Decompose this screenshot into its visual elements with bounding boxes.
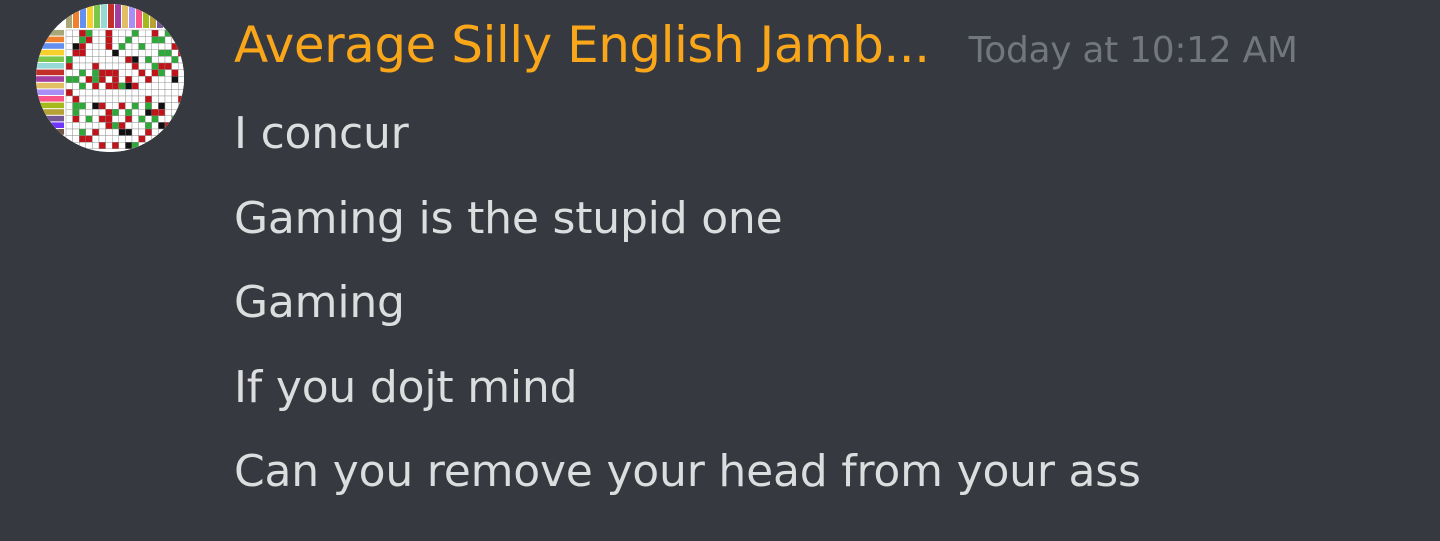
username[interactable]: Average Silly English Jamb... [234, 10, 930, 80]
message-timestamp: Today at 10:12 AM [968, 30, 1298, 71]
message-line: I concur [234, 108, 409, 159]
message-line: Can you remove your head from your ass [234, 446, 1141, 497]
message-content: I concur Gaming is the stupid one Gaming… [234, 92, 1141, 515]
message-line: If you dojt mind [234, 361, 578, 413]
message-line: Gaming [234, 277, 405, 328]
user-avatar[interactable] [36, 4, 184, 152]
grid-chart-avatar-icon [36, 4, 184, 152]
message-line: Gaming is the stupid one [234, 192, 783, 244]
message-header: Average Silly English Jamb... Today at 1… [234, 10, 1298, 80]
chat-message: Average Silly English Jamb... Today at 1… [0, 0, 1440, 541]
